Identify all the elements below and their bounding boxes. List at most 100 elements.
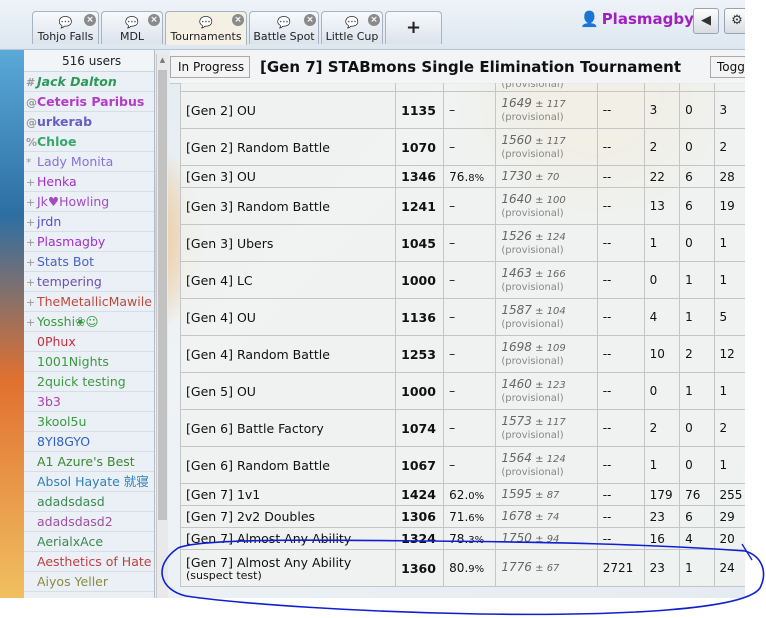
sound-button[interactable]: ◀ bbox=[693, 8, 719, 34]
total-cell: 1 bbox=[713, 446, 745, 484]
glicko-value: 1560 bbox=[501, 133, 532, 147]
wins-cell: 179 bbox=[643, 483, 681, 506]
userlist-item[interactable]: A1 Azure's Best bbox=[24, 452, 154, 472]
scroll-up-icon[interactable]: ▲ bbox=[157, 54, 168, 66]
gxe-decimal: 6% bbox=[468, 512, 485, 524]
total-value: 1 bbox=[719, 236, 728, 250]
userlist-item[interactable]: adadsdasd2 bbox=[24, 512, 154, 532]
tab-little-cup[interactable]: 💬 Little Cup × bbox=[321, 11, 383, 44]
table-row: [Gen 7] Almost Any Ability 1324 78.3% 1750 … bbox=[180, 527, 745, 550]
userlist-scrollbar[interactable]: ▲ bbox=[156, 54, 168, 598]
tab-battle-spot[interactable]: 💬 Battle Spot × bbox=[249, 11, 319, 44]
wins-cell: 2 bbox=[643, 128, 681, 166]
toggle-button[interactable]: Toggle bbox=[710, 56, 745, 78]
userlist-item[interactable]: adadsdasd bbox=[24, 492, 154, 512]
gxe-value: – bbox=[449, 273, 456, 287]
userlist-item[interactable]: + Jk♥Howling bbox=[24, 192, 154, 212]
coil-cell: -- bbox=[596, 298, 645, 336]
speaker-icon: ◀ bbox=[701, 13, 711, 28]
userlist-item[interactable]: + Stats Bot bbox=[24, 252, 154, 272]
provisional-label: (provisional) bbox=[501, 208, 564, 219]
userlist-item[interactable]: + Henka bbox=[24, 172, 154, 192]
user-rank-symbol: + bbox=[26, 236, 36, 249]
userlist-item[interactable]: Aesthetics of Hate bbox=[24, 552, 154, 572]
glicko-cell: 1640 ± 100 (provisional) bbox=[495, 187, 598, 225]
plus-minus-sign: ± bbox=[531, 511, 547, 523]
glicko-deviation: 74 bbox=[546, 511, 560, 523]
tab-label: Tohjo Falls bbox=[37, 30, 94, 43]
userlist-item[interactable]: + Plasmagby bbox=[24, 232, 154, 252]
format-name: [Gen 7] Almost Any Ability bbox=[186, 554, 352, 570]
table-cell: (provisional) bbox=[495, 83, 598, 92]
userlist-item[interactable]: 1001Nights bbox=[24, 352, 154, 372]
userlist-items: # Jack Dalton @Ceteris Paribus @urkerab %Chl… bbox=[24, 72, 154, 592]
provisional-label: (provisional) bbox=[501, 149, 564, 160]
format-cell: [Gen 4] OU bbox=[180, 298, 397, 336]
table-row: [Gen 2] Random Battle 1070– 1560 ± 117 (pro… bbox=[180, 128, 745, 166]
userlist-item[interactable]: 3kool5u bbox=[24, 412, 154, 432]
userlist-item[interactable]: @Ceteris Paribus bbox=[24, 92, 154, 112]
close-icon[interactable]: × bbox=[368, 14, 380, 26]
userlist-item[interactable]: AerialxAce bbox=[24, 532, 154, 552]
close-icon[interactable]: × bbox=[232, 14, 244, 26]
glicko-deviation: 117 bbox=[546, 136, 566, 147]
tab-mdl[interactable]: 💬 MDL × bbox=[101, 11, 163, 44]
gxe-cell: – bbox=[443, 446, 497, 484]
scrollbar-thumb[interactable] bbox=[158, 70, 167, 520]
user-name: 3kool5u bbox=[37, 414, 87, 429]
userlist-item[interactable]: Absol Hayate 就寝 bbox=[24, 472, 154, 492]
user-menu[interactable]: 👤 Plasmagby bbox=[580, 10, 694, 32]
elo-value: 1070 bbox=[401, 139, 436, 155]
format-cell: [Gen 7] Almost Any Ability (suspect test) bbox=[180, 549, 397, 587]
gxe-cell: – bbox=[443, 372, 497, 410]
wins-value: 179 bbox=[649, 487, 673, 502]
close-icon[interactable]: × bbox=[148, 14, 160, 26]
gxe-cell: 62.0% bbox=[443, 483, 497, 506]
provisional-label: (provisional) bbox=[501, 467, 564, 478]
total-cell: 29 bbox=[713, 505, 745, 528]
close-icon[interactable]: × bbox=[84, 14, 96, 26]
userlist-item[interactable]: %Chloe bbox=[24, 132, 154, 152]
plus-minus-sign: ± bbox=[531, 343, 547, 354]
losses-value: 0 bbox=[685, 140, 693, 154]
tab-tournaments[interactable]: 💬 Tournaments × bbox=[165, 11, 247, 45]
elo-value: 1306 bbox=[401, 509, 436, 524]
in-progress-button[interactable]: In Progress bbox=[170, 56, 250, 78]
userlist-item[interactable]: + TheMetallicMawile bbox=[24, 292, 154, 312]
userlist-item[interactable]: + tempering bbox=[24, 272, 154, 292]
wins-value: 0 bbox=[649, 384, 658, 398]
format-name: [Gen 6] Battle Factory bbox=[186, 420, 324, 436]
userlist-item[interactable]: 8YI8GYO bbox=[24, 432, 154, 452]
wins-value: 23 bbox=[649, 561, 665, 575]
tab-tohjo-falls[interactable]: 💬 Tohjo Falls × bbox=[32, 11, 99, 44]
gear-icon: ⚙ bbox=[731, 13, 743, 28]
userlist-item[interactable]: 3b3 bbox=[24, 392, 154, 412]
glicko-rating: 1640 ± 100 bbox=[501, 192, 565, 206]
userlist-item[interactable]: + jrdn bbox=[24, 212, 154, 232]
format-name: [Gen 7] Almost Any Ability bbox=[186, 531, 352, 546]
format-cell: [Gen 7] 1v1 bbox=[180, 483, 397, 506]
glicko-rating: 1776 ± 67 bbox=[501, 560, 559, 574]
provisional-label: (provisional) bbox=[501, 393, 564, 404]
elo-cell: 1324 bbox=[395, 527, 445, 550]
userlist-item[interactable]: 0Phux bbox=[24, 332, 154, 352]
coil-cell: -- bbox=[596, 224, 645, 262]
losses-value: 6 bbox=[685, 169, 693, 184]
close-icon[interactable]: × bbox=[304, 14, 316, 26]
total-value: 2 bbox=[719, 421, 728, 435]
new-tab-button[interactable]: + bbox=[385, 11, 442, 44]
userlist-item[interactable]: @urkerab bbox=[24, 112, 154, 132]
userlist-item[interactable]: * Lady Monita bbox=[24, 152, 154, 172]
glicko-deviation: 94 bbox=[546, 533, 560, 545]
wins-value: 2 bbox=[649, 140, 658, 154]
format-cell: [Gen 6] Battle Factory bbox=[180, 409, 397, 447]
glicko-deviation: 100 bbox=[546, 195, 566, 206]
userlist-item[interactable]: # Jack Dalton bbox=[24, 72, 154, 92]
settings-button[interactable]: ⚙ bbox=[724, 8, 745, 34]
wins-cell: 10 bbox=[643, 335, 681, 373]
userlist-item[interactable]: + Yosshi❀☺ bbox=[24, 312, 154, 332]
user-name: jrdn bbox=[37, 214, 62, 229]
userlist-item[interactable]: 2quick testing bbox=[24, 372, 154, 392]
userlist-item[interactable]: Aiyos Yeller bbox=[24, 572, 154, 592]
table-row: [Gen 4] Random Battle 1253– 1698 ± 109 (pro… bbox=[180, 335, 745, 373]
